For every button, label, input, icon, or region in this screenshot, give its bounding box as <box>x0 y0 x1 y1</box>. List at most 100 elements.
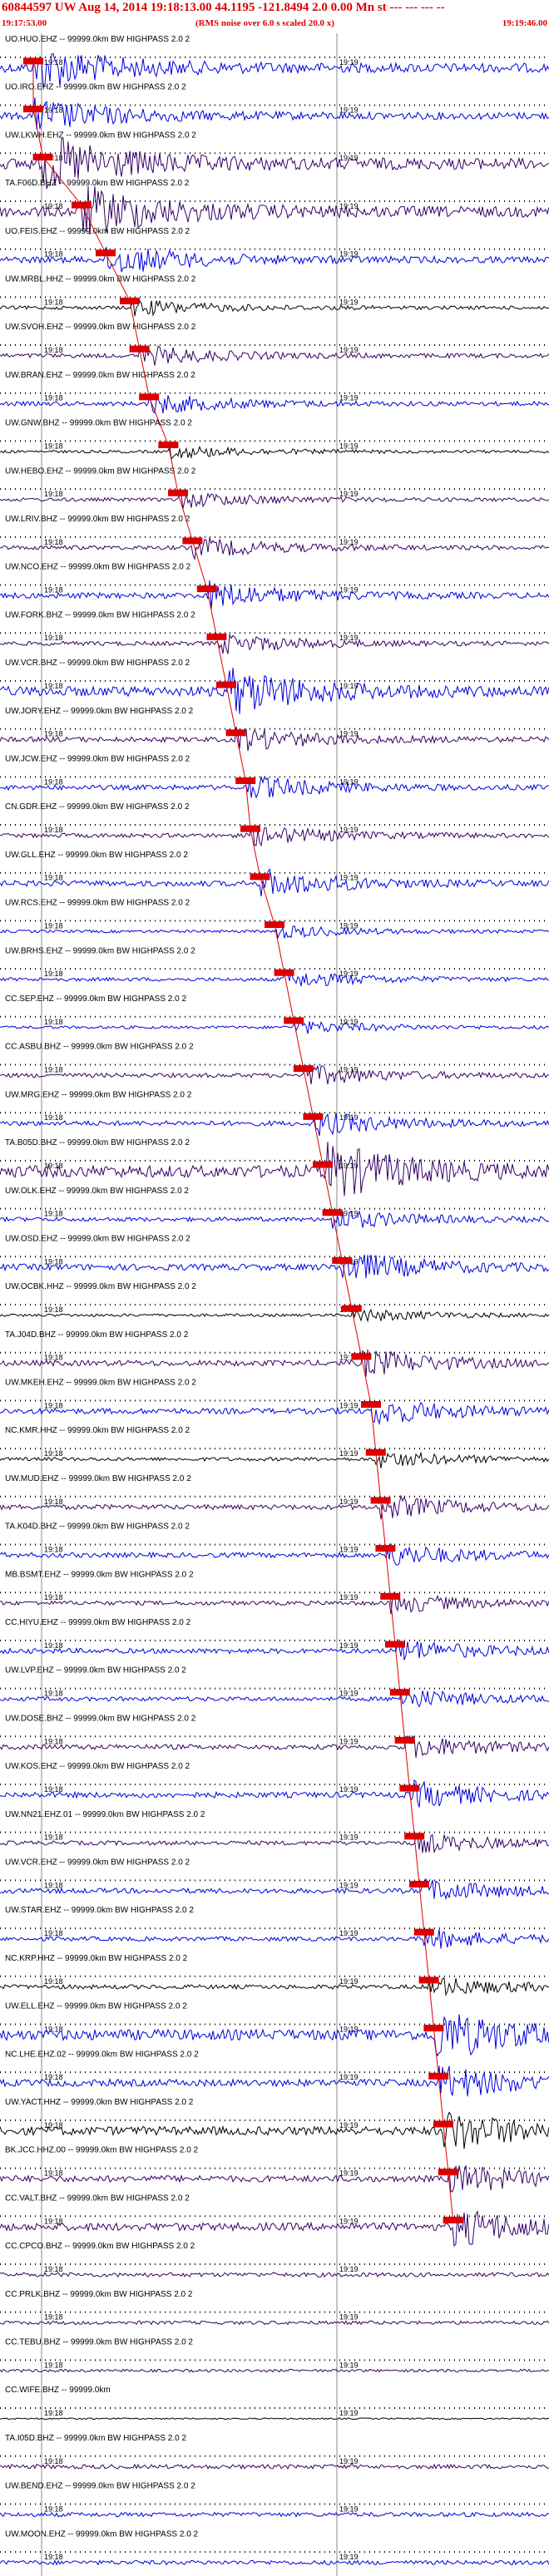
station-label: CC.PRLK.BHZ -- 99999.0km BW HIGHPASS 2.0… <box>5 2290 193 2299</box>
station-label: TA.F06D.BHZ -- 99999.0km BW HIGHPASS 2.0… <box>5 179 190 188</box>
time-tick-label: 19:18 <box>44 1545 63 1553</box>
trace-row: UW.JORY.EHZ -- 99999.0km BW HIGHPASS 2.0… <box>0 707 549 752</box>
time-tick-label: 19:19 <box>339 1690 359 1698</box>
waveform-trace <box>0 1021 549 1034</box>
time-tick-label: 19:19 <box>339 921 359 930</box>
waveform-trace <box>0 394 549 414</box>
waveform-trace <box>0 1833 549 1854</box>
trace-row: NC.LHE.EHZ.02 -- 99999.0km BW HIGHPASS 2… <box>0 2050 549 2097</box>
waveform-trace <box>0 2272 549 2278</box>
waveform-trace <box>0 2165 549 2193</box>
time-tick-label: 19:18 <box>44 1881 63 1889</box>
time-tick-label: 19:18 <box>44 1737 63 1745</box>
station-label: UW.MOON.EHZ -- 99999.0km BW HIGHPASS 2.0… <box>5 2529 199 2539</box>
time-tick-label: 19:18 <box>44 394 63 402</box>
station-label: UW.BRHS.EHZ -- 99999.0km BW HIGHPASS 2.0… <box>5 946 195 955</box>
time-tick-label: 19:19 <box>339 1929 359 1937</box>
station-label: UW.MRBL.HHZ -- 99999.0km BW HIGHPASS 2.0… <box>5 274 196 284</box>
station-label: NC.KRP.HHZ -- 99999.0km BW HIGHPASS 2.0 … <box>5 1954 188 1963</box>
station-label: UW.FORK.BHZ -- 99999.0km BW HIGHPASS 2.0… <box>5 610 195 619</box>
time-tick-label: 19:19 <box>339 2409 359 2417</box>
time-tick-label: 19:19 <box>339 1498 359 1506</box>
waveform-trace <box>0 1113 549 1137</box>
time-tick-label: 19:19 <box>339 1401 359 1409</box>
start-time: 19:17:53.00 <box>2 18 47 28</box>
time-tick-label: 19:19 <box>339 298 359 306</box>
waveform-trace <box>0 2368 549 2373</box>
time-tick-label: 19:18 <box>44 2409 63 2417</box>
time-tick-label: 19:19 <box>339 2169 359 2178</box>
waveform-trace <box>0 1254 549 1279</box>
time-tick-label: 19:18 <box>44 442 63 450</box>
trace-row: UW.FORK.BHZ -- 99999.0km BW HIGHPASS 2.0… <box>0 610 549 654</box>
waveform-trace <box>0 1401 549 1426</box>
time-tick-label: 19:19 <box>339 2313 359 2322</box>
time-tick-label: 19:19 <box>339 1641 359 1650</box>
trace-row: UW.MRG.EHZ -- 99999.0km BW HIGHPASS 2.0 … <box>0 1090 549 1137</box>
time-tick-label: 19:19 <box>339 970 359 978</box>
waveform-trace <box>0 1639 549 1661</box>
time-tick-label: 19:18 <box>44 1401 63 1409</box>
trace-row: UW.GNW.BHZ -- 99999.0km BW HIGHPASS 2.0 … <box>0 419 549 461</box>
trace-row: CC.ASBU.BHZ -- 99999.0km BW HIGHPASS 2.0… <box>0 1043 549 1084</box>
time-tick-label: 19:19 <box>339 202 359 210</box>
time-tick-label: 19:19 <box>339 490 359 498</box>
trace-row: UW.STAR.EHZ -- 99999.0km BW HIGHPASS 2.0… <box>0 1906 549 1949</box>
station-label: UW.JORY.EHZ -- 99999.0km BW HIGHPASS 2.0… <box>5 707 194 716</box>
time-tick-label: 19:18 <box>44 2361 63 2369</box>
waveform-trace <box>0 2417 549 2421</box>
time-tick-label: 19:19 <box>339 1593 359 1601</box>
trace-row: UW.NCO.EHZ -- 99999.0km BW HIGHPASS 2.0 … <box>0 563 549 609</box>
station-label: UO.IRO.EHZ -- 99999.0km BW HIGHPASS 2.0 … <box>5 83 186 92</box>
trace-row: UW.LRIV.BHZ -- 99999.0km BW HIGHPASS 2.0… <box>0 515 549 561</box>
station-label: UW.HEBO.EHZ -- 99999.0km BW HIGHPASS 2.0… <box>5 466 196 476</box>
time-tick-label: 19:19 <box>339 1833 359 1842</box>
station-label: NC.KMR.HHZ -- 99999.0km BW HIGHPASS 2.0 … <box>5 1426 190 1435</box>
station-label: CC.ASBU.BHZ -- 99999.0km BW HIGHPASS 2.0… <box>5 1043 194 1052</box>
waveform-trace <box>0 1690 549 1708</box>
trace-row: UW.GLL.EHZ -- 99999.0km BW HIGHPASS 2.0 … <box>0 851 549 896</box>
time-tick-label: 19:18 <box>44 874 63 882</box>
time-tick-label: 19:18 <box>44 682 63 690</box>
station-label: UW.NN21.EHZ.01 -- 99999.0km BW HIGHPASS … <box>5 1810 205 1819</box>
trace-row: UW.BEND.EHZ -- 99999.0km BW HIGHPASS 2.0… <box>0 2482 549 2518</box>
station-label: UW.ELL.EHZ -- 99999.0km BW HIGHPASS 2.0 … <box>5 2002 187 2011</box>
time-tick-label: 19:19 <box>339 1449 359 1458</box>
station-label: UW.SVOH.EHZ -- 99999.0km BW HIGHPASS 2.0… <box>5 323 196 332</box>
trace-row: NC.KRP.HHZ -- 99999.0km BW HIGHPASS 2.0 … <box>0 1954 549 1996</box>
waveform-trace <box>0 1308 549 1323</box>
time-tick-label: 19:18 <box>44 2504 63 2513</box>
station-label: CC.TEBU.BHZ -- 99999.0km BW HIGHPASS 2.0… <box>5 2338 193 2347</box>
station-label: UO.HUO.EHZ -- 99999.0km BW HIGHPASS 2.0 … <box>5 35 190 44</box>
trace-row: CC.PRLK.BHZ -- 99999.0km BW HIGHPASS 2.0… <box>0 2290 549 2326</box>
waveform-trace <box>0 1451 549 1468</box>
trace-row: UW.LVP.EHZ -- 99999.0km BW HIGHPASS 2.0 … <box>0 1666 549 1708</box>
waveform-trace <box>0 1543 549 1566</box>
trace-row: UO.FEIS.EHZ -- 99999.0km BW HIGHPASS 2.0… <box>0 227 549 273</box>
station-label: UW.YACT.HHZ -- 99999.0km BW HIGHPASS 2.0… <box>5 2098 194 2107</box>
time-tick-label: 19:18 <box>44 1210 63 1218</box>
station-label: UW.BRAN.EHZ -- 99999.0km BW HIGHPASS 2.0… <box>5 371 195 380</box>
time-tick-label: 19:18 <box>44 1018 63 1026</box>
time-tick-label: 19:18 <box>44 586 63 595</box>
station-label: UW.GLL.EHZ -- 99999.0km BW HIGHPASS 2.0 … <box>5 851 188 860</box>
time-tick-label: 19:19 <box>339 1785 359 1794</box>
time-tick-label: 19:18 <box>44 634 63 642</box>
trace-row: UO.IRO.EHZ -- 99999.0km BW HIGHPASS 2.0 … <box>0 83 549 130</box>
time-tick-label: 19:18 <box>44 2313 63 2322</box>
station-label: TA.I05D.BHZ -- 99999.0km BW HIGHPASS 2.0… <box>5 2434 186 2443</box>
trace-row: UO.HUO.EHZ -- 99999.0km BW HIGHPASS 2.0 … <box>0 35 549 89</box>
waveform-trace <box>0 726 549 752</box>
event-title: 60844597 UW Aug 14, 2014 19:18:13.00 44.… <box>2 1 445 14</box>
waveform-trace <box>0 1929 549 1949</box>
station-label: TA.J04D.BHZ -- 99999.0km BW HIGHPASS 2.0… <box>5 1330 189 1340</box>
time-tick-label: 19:18 <box>44 1593 63 1601</box>
trace-row: UW.MKEH.EHZ -- 99999.0km BW HIGHPASS 2.0… <box>0 1379 549 1426</box>
time-tick-label: 19:18 <box>44 826 63 834</box>
time-tick-label: 19:18 <box>44 1449 63 1458</box>
waveform-trace <box>0 1878 549 1901</box>
waveform-trace <box>0 299 549 317</box>
time-tick-label: 19:18 <box>44 1977 63 1986</box>
time-tick-label: 19:19 <box>339 2265 359 2273</box>
waveform-trace <box>0 1735 549 1759</box>
